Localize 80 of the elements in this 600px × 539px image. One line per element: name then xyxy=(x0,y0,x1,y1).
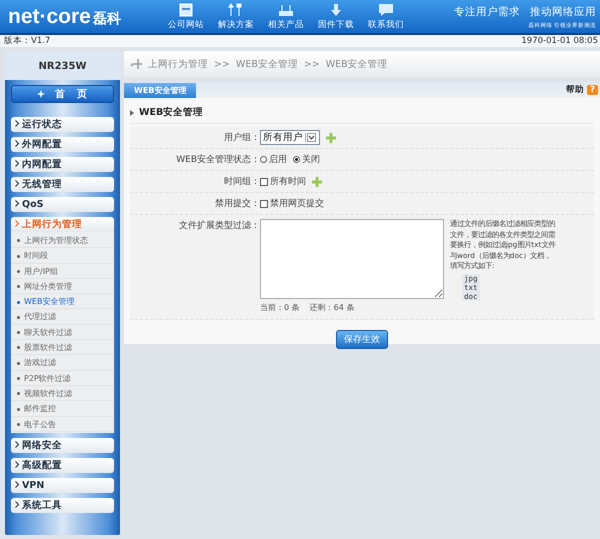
section-title: WEB安全管理 xyxy=(139,106,204,119)
browser-window-icon xyxy=(178,2,194,16)
submenu-item[interactable]: 用户/IP组 xyxy=(11,264,114,279)
checkbox-option[interactable]: 禁用网页提交 xyxy=(260,197,324,210)
triangle-icon xyxy=(130,110,134,116)
submenu-item[interactable]: 代理过滤 xyxy=(11,309,114,325)
menu-item[interactable]: 网络安全 xyxy=(11,438,114,453)
field-label: 文件扩展类型过滤： xyxy=(178,220,260,232)
chevron-icon xyxy=(15,160,19,167)
field-label: 时间组： xyxy=(223,176,260,188)
version-label: 版本：V1.7 xyxy=(4,35,50,47)
field-label: 禁用提交： xyxy=(214,198,260,210)
submenu-item[interactable]: 上网行为管理状态 xyxy=(11,233,114,248)
breadcrumb-text: 上网行为管理 xyxy=(148,58,208,70)
tab[interactable]: WEB安全管理 xyxy=(124,83,196,98)
menu-item[interactable]: 系统工具 xyxy=(11,498,114,513)
submenu-item[interactable]: 视频软件过滤 xyxy=(11,386,114,402)
menu-item[interactable]: 无线管理 xyxy=(11,177,114,192)
breadcrumb-text: >> xyxy=(304,58,320,70)
star-icon xyxy=(37,90,45,98)
home-button[interactable]: 首 页 xyxy=(11,85,114,103)
menu-item[interactable]: 外网配置 xyxy=(11,137,114,152)
radio-option[interactable]: 关闭 xyxy=(293,153,320,166)
submenu-item[interactable]: 网址分类管理 xyxy=(11,278,114,294)
router-icon xyxy=(278,2,294,16)
submenu-item[interactable]: P2P软件过滤 xyxy=(11,370,114,386)
checkbox-option[interactable]: 所有时间 xyxy=(260,175,306,188)
field-label: 用户组： xyxy=(223,132,260,144)
breadcrumb-text: WEB安全管理 xyxy=(326,58,388,70)
submenu-item[interactable]: 时间段 xyxy=(11,248,114,264)
nav-link[interactable]: 固件下载 xyxy=(318,2,354,30)
sparkle-icon xyxy=(130,59,142,69)
model-name: NR235W xyxy=(5,51,120,80)
breadcrumb-text: WEB安全管理 xyxy=(236,58,298,70)
submenu-item[interactable]: 邮件监控 xyxy=(11,401,114,417)
help-link[interactable]: 帮助 ? xyxy=(566,84,598,96)
tools-icon xyxy=(228,2,244,16)
menu-item[interactable]: 运行状态 xyxy=(11,117,114,132)
chevron-icon xyxy=(15,200,19,207)
nav-link[interactable]: 相关产品 xyxy=(268,2,304,30)
slogan-text: 推动网络应用 xyxy=(530,4,596,18)
menu-item[interactable]: QoS xyxy=(11,197,114,212)
menu-item[interactable]: 内网配置 xyxy=(11,157,114,172)
nav-link[interactable]: 联系我们 xyxy=(368,2,404,30)
brand-logo: net·core xyxy=(8,4,91,28)
chevron-icon xyxy=(15,440,19,448)
chat-bubble-icon xyxy=(378,2,394,16)
chevron-icon xyxy=(15,480,19,488)
date-time: 1970-01-01 08:05 xyxy=(521,36,598,46)
chevron-icon xyxy=(15,460,19,468)
counter-text: 还剩：64 条 xyxy=(310,302,354,313)
nav-link[interactable]: 公司网站 xyxy=(168,2,204,30)
menu-item[interactable]: VPN xyxy=(11,478,114,493)
chevron-icon xyxy=(15,120,19,127)
save-button[interactable]: 保存生效 xyxy=(336,330,388,349)
submenu-item[interactable]: WEB安全管理 xyxy=(11,294,114,310)
menu-item[interactable]: 高级配置 xyxy=(11,458,114,473)
nav-link[interactable]: 解决方案 xyxy=(218,2,254,30)
submenu-item[interactable]: 游戏过滤 xyxy=(11,355,114,371)
slogan-text: 专注用户需求 xyxy=(454,4,520,18)
brand-name: 磊科 xyxy=(92,10,121,28)
radio-option[interactable]: 启用 xyxy=(260,153,287,166)
menu-item[interactable]: 上网行为管理 xyxy=(11,217,114,232)
dropdown-arrow-icon xyxy=(305,133,317,142)
submenu-item[interactable]: 股票软件过滤 xyxy=(11,340,114,356)
breadcrumb-text: >> xyxy=(214,58,230,70)
checkbox[interactable] xyxy=(260,200,268,208)
chevron-icon xyxy=(15,500,19,508)
counter-text: 当前：0 条 xyxy=(260,302,300,313)
submenu-item[interactable]: 电子公告 xyxy=(11,416,114,432)
chevron-icon xyxy=(15,220,19,227)
checkbox[interactable] xyxy=(260,178,268,186)
chevron-icon xyxy=(15,140,19,147)
download-icon xyxy=(328,2,344,16)
user-group-select[interactable]: 所有用户 xyxy=(260,130,320,145)
radio-button[interactable] xyxy=(260,156,267,163)
submenu-item[interactable]: 聊天软件过滤 xyxy=(11,324,114,340)
radio-button[interactable] xyxy=(293,156,300,163)
field-label: WEB安全管理状态： xyxy=(175,154,260,166)
chevron-icon xyxy=(15,180,19,187)
